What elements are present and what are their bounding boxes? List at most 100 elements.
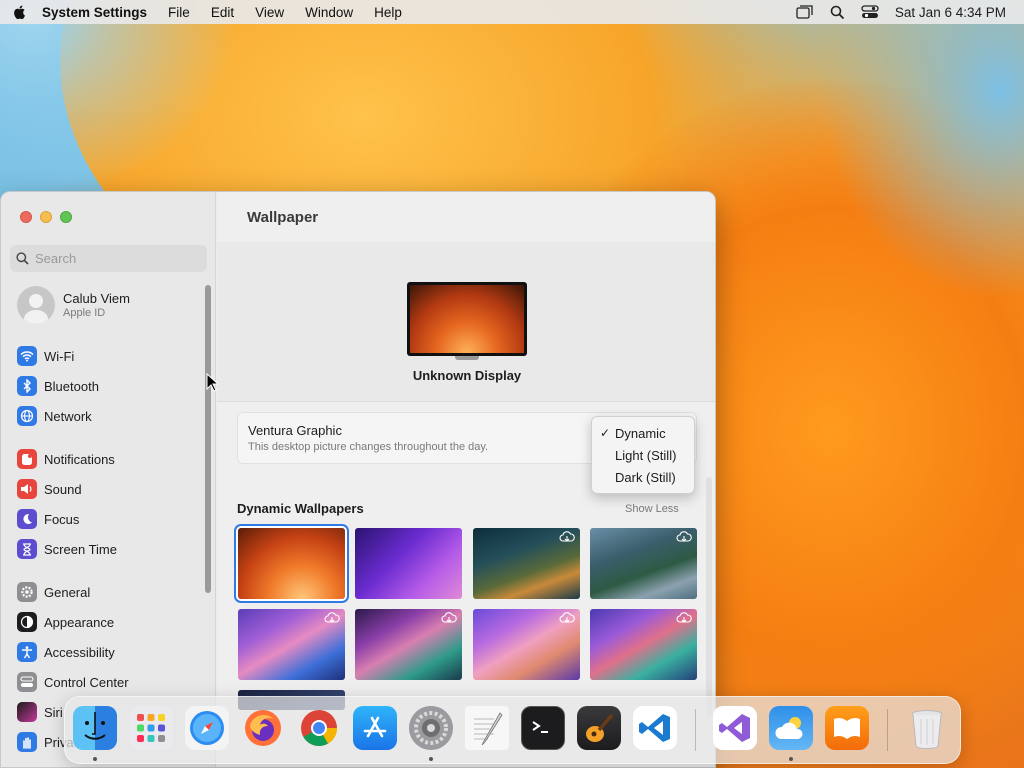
zoom-button[interactable] — [60, 211, 72, 223]
account-subtitle: Apple ID — [63, 307, 106, 319]
spotlight-search-icon[interactable] — [830, 5, 845, 20]
sidebar-item-label: Wi-Fi — [44, 348, 75, 364]
vscode-icon[interactable] — [633, 706, 677, 750]
system-settings-icon[interactable] — [409, 706, 453, 750]
launchpad-icon[interactable] — [129, 706, 173, 750]
dock-separator — [887, 709, 888, 751]
books-icon[interactable] — [825, 706, 869, 750]
sidebar: Search Calub Viem Apple ID Wi-Fi Bluetoo… — [1, 192, 216, 767]
weather-icon[interactable] — [769, 706, 813, 750]
sidebar-item-notifications[interactable]: Notifications — [17, 448, 115, 470]
wallpaper-thumb-colorful-1[interactable] — [238, 609, 345, 680]
wallpaper-name: Ventura Graphic — [248, 423, 342, 438]
page-title: Wallpaper — [247, 209, 319, 226]
search-input[interactable]: Search — [10, 245, 207, 272]
sidebar-item-accessibility[interactable]: Accessibility — [17, 641, 115, 663]
display-wallpaper-preview — [410, 285, 524, 353]
hourglass-icon — [17, 539, 37, 559]
menu-file[interactable]: File — [168, 5, 190, 20]
menu-option-dynamic[interactable]: ✓ Dynamic — [592, 422, 694, 444]
wallpaper-pane: Wallpaper Unknown Display Ventura Graphi… — [217, 192, 715, 767]
menu-option-label: Light (Still) — [615, 447, 677, 463]
sidebar-scrollbar[interactable] — [205, 285, 211, 593]
sidebar-item-label: Screen Time — [44, 541, 117, 557]
appearance-icon — [17, 612, 37, 632]
wallpaper-thumb-ventura[interactable] — [238, 528, 345, 599]
sidebar-item-label: Notifications — [44, 451, 115, 467]
sidebar-item-control-center[interactable]: Control Center — [17, 671, 129, 693]
app-store-icon[interactable] — [353, 706, 397, 750]
avatar — [17, 286, 55, 324]
wallpaper-thumb-catalina-day[interactable] — [590, 528, 697, 599]
sidebar-item-label: Network — [44, 408, 92, 424]
sidebar-item-wifi[interactable]: Wi-Fi — [17, 345, 74, 367]
account-name: Calub Viem — [63, 291, 130, 306]
appearance-mode-menu[interactable]: ✓ Dynamic Light (Still) Dark (Still) — [591, 416, 695, 494]
menu-clock[interactable]: Sat Jan 6 4:34 PM — [895, 5, 1006, 20]
sidebar-item-appearance[interactable]: Appearance — [17, 611, 114, 633]
bell-icon — [17, 449, 37, 469]
display-stand — [455, 356, 479, 360]
wifi-icon — [17, 346, 37, 366]
sidebar-item-siri[interactable]: Siri — [17, 701, 63, 723]
content-scrollbar[interactable] — [706, 477, 712, 717]
menu-option-label: Dark (Still) — [615, 469, 676, 485]
firefox-icon[interactable] — [241, 706, 285, 750]
menu-help[interactable]: Help — [374, 5, 402, 20]
visual-studio-icon[interactable] — [713, 706, 757, 750]
menu-option-dark-still[interactable]: Dark (Still) — [592, 466, 694, 488]
terminal-icon[interactable] — [521, 706, 565, 750]
download-icon[interactable] — [441, 612, 457, 624]
accessibility-icon — [17, 642, 37, 662]
download-icon[interactable] — [676, 531, 692, 543]
sidebar-item-general[interactable]: General — [17, 581, 90, 603]
display-preview — [407, 282, 527, 356]
menu-bar: System Settings File Edit View Window He… — [0, 0, 1024, 24]
textedit-icon[interactable] — [465, 706, 509, 750]
show-less-button[interactable]: Show Less — [625, 503, 679, 515]
running-indicator — [93, 757, 97, 761]
bluetooth-icon — [17, 376, 37, 396]
sidebar-item-label: Control Center — [44, 674, 129, 690]
close-button[interactable] — [20, 211, 32, 223]
menu-option-light-still[interactable]: Light (Still) — [592, 444, 694, 466]
globe-icon — [17, 406, 37, 426]
sidebar-item-bluetooth[interactable]: Bluetooth — [17, 375, 99, 397]
wallpaper-thumb-catalina-night[interactable] — [473, 528, 580, 599]
sidebar-item-label: Siri — [44, 704, 63, 720]
control-center-icon — [17, 672, 37, 692]
menu-app-name[interactable]: System Settings — [42, 5, 147, 20]
download-icon[interactable] — [559, 531, 575, 543]
mouse-cursor-icon — [206, 373, 218, 392]
safari-icon[interactable] — [185, 706, 229, 750]
wallpaper-description: This desktop picture changes throughout … — [248, 441, 489, 453]
sidebar-item-focus[interactable]: Focus — [17, 508, 79, 530]
person-icon — [24, 294, 48, 324]
download-icon[interactable] — [676, 612, 692, 624]
sidebar-item-sound[interactable]: Sound — [17, 478, 82, 500]
wallpaper-thumb-colorful-4[interactable] — [590, 609, 697, 680]
sidebar-item-screen-time[interactable]: Screen Time — [17, 538, 117, 560]
control-center-icon[interactable] — [861, 5, 879, 19]
menu-view[interactable]: View — [255, 5, 284, 20]
minimize-button[interactable] — [40, 211, 52, 223]
wallpaper-thumb-colorful-2[interactable] — [355, 609, 462, 680]
stage-manager-icon[interactable] — [796, 5, 814, 19]
system-settings-window: Search Calub Viem Apple ID Wi-Fi Bluetoo… — [0, 191, 716, 768]
apple-logo-icon[interactable] — [12, 4, 28, 20]
download-icon[interactable] — [559, 612, 575, 624]
garageband-icon[interactable] — [577, 706, 621, 750]
sidebar-item-label: Appearance — [44, 614, 115, 630]
finder-icon[interactable] — [73, 706, 117, 750]
sidebar-item-network[interactable]: Network — [17, 405, 92, 427]
chrome-icon[interactable] — [297, 706, 341, 750]
apple-id-account[interactable]: Calub Viem Apple ID — [17, 286, 130, 324]
download-icon[interactable] — [324, 612, 340, 624]
wallpaper-thumb-colorful-3[interactable] — [473, 609, 580, 680]
wallpaper-thumb-purple[interactable] — [355, 528, 462, 599]
menu-edit[interactable]: Edit — [211, 5, 234, 20]
siri-icon — [17, 702, 37, 722]
menu-window[interactable]: Window — [305, 5, 353, 20]
trash-icon[interactable] — [905, 706, 949, 750]
sidebar-item-label: General — [44, 584, 91, 600]
